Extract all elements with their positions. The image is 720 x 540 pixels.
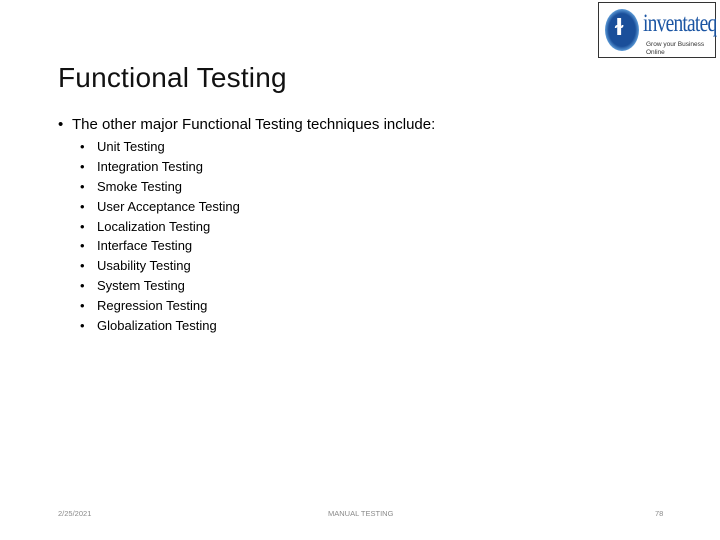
list-item-text: Integration Testing [97, 158, 203, 174]
list-item: • User Acceptance Testing [80, 197, 240, 217]
list-item: • Unit Testing [80, 137, 240, 157]
list-item: • Globalization Testing [80, 316, 240, 336]
footer-date: 2/25/2021 [58, 509, 92, 518]
bullet-icon: • [80, 278, 85, 294]
list-item-text: System Testing [97, 278, 185, 294]
logo-tagline: Grow your Business Online [646, 41, 705, 56]
intro-text: The other major Functional Testing techn… [72, 116, 436, 133]
list-item: • Interface Testing [80, 236, 240, 256]
list-item: • System Testing [80, 276, 240, 296]
logo-wordmark: inventateq [643, 10, 717, 37]
list-item-text: Usability Testing [97, 258, 191, 274]
list-item-text: Interface Testing [97, 238, 193, 254]
list-item: • Smoke Testing [80, 177, 240, 197]
list-item-text: Globalization Testing [97, 318, 217, 334]
list-item: • Regression Testing [80, 296, 240, 316]
bullet-icon: • [80, 258, 85, 274]
bullet-icon: • [80, 218, 85, 234]
list-item-text: User Acceptance Testing [97, 198, 240, 214]
page-number: 78 [655, 509, 664, 518]
bullet-icon: • [80, 298, 85, 314]
bullet-icon: • [80, 238, 85, 254]
bullet-icon: • [80, 178, 85, 194]
list-item-text: Smoke Testing [97, 178, 183, 194]
list-item-text: Regression Testing [97, 298, 208, 314]
bullet-icon: • [80, 318, 85, 334]
logo-glyph: ɫ [613, 16, 626, 41]
intro-bullet: • The other major Functional Testing tech… [58, 116, 435, 133]
list-item: • Integration Testing [80, 157, 240, 177]
bullet-icon: • [80, 158, 85, 174]
company-logo: ɫ inventateq Grow your Business Online [598, 2, 717, 58]
list-item: • Usability Testing [80, 256, 240, 276]
list-item: • Localization Testing [80, 217, 240, 237]
bullet-icon: • [80, 198, 85, 214]
bullet-icon: • [58, 116, 64, 133]
bullet-icon: • [80, 139, 85, 154]
list-item-text: Localization Testing [97, 218, 211, 234]
footer-title: MANUAL TESTING [328, 509, 394, 518]
techniques-list: • Unit Testing • Integration Testing • Smok… [80, 137, 240, 336]
list-item-text: Unit Testing [97, 139, 165, 154]
slide-title: Functional Testing [58, 62, 287, 93]
